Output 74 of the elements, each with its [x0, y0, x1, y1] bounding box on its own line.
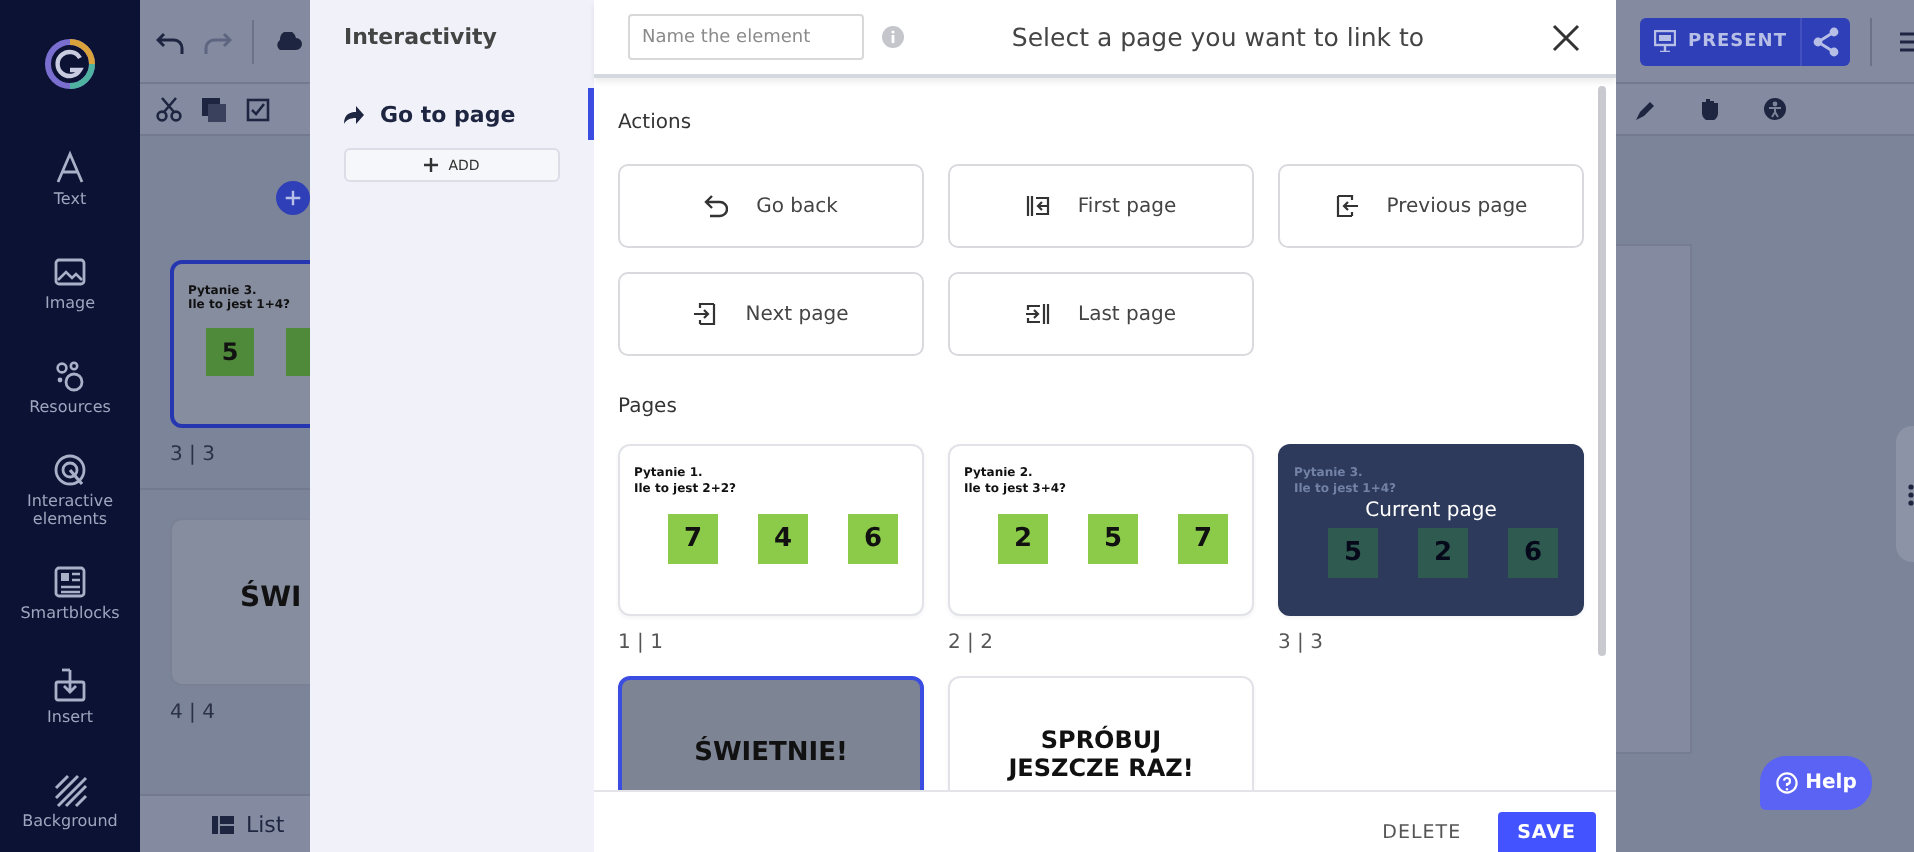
dialog-title: Select a page you want to link to [1009, 22, 1427, 52]
undo-icon[interactable] [156, 27, 184, 55]
panel-title: Interactivity [344, 24, 499, 54]
page-number: 1 | 1 [618, 630, 665, 656]
arrow-in-icon [693, 302, 718, 326]
share-icon[interactable] [1802, 17, 1851, 65]
arrow-in-icon [1334, 194, 1359, 218]
name-field[interactable]: Name the element [628, 14, 864, 60]
section-heading: Pages [618, 396, 679, 422]
logo-icon [44, 37, 96, 90]
nav-item[interactable]: Background [0, 748, 140, 852]
pen-icon[interactable] [1636, 99, 1656, 119]
page-number: 2 | 2 [948, 630, 995, 656]
scrollbar[interactable] [1598, 86, 1606, 656]
page-heading: ŚWI [238, 578, 304, 614]
person-circle-icon[interactable] [1764, 98, 1786, 120]
answer-tile: 6 [1508, 528, 1558, 578]
page-thumbnail[interactable]: ŚWIETNIE! [618, 676, 924, 790]
arrow-icon [344, 105, 364, 123]
action-button[interactable]: Go back [618, 164, 924, 248]
page-thumbnail[interactable]: SPRÓBUJ JESZCZE RAZ! [948, 676, 1254, 790]
checkbox-icon[interactable] [246, 97, 270, 121]
info-icon [882, 26, 904, 48]
answer-tile: 5 [206, 328, 254, 376]
return-arrow-icon [704, 194, 729, 218]
close-icon[interactable] [1552, 23, 1580, 51]
page-heading: SPRÓBUJ JESZCZE RAZ! [1005, 723, 1196, 782]
answer-tile: 7 [668, 514, 718, 564]
nav-item[interactable]: Smartblocks [0, 541, 140, 645]
page-number: 3 | 3 [1278, 630, 1325, 656]
action-button[interactable]: First page [948, 164, 1254, 248]
plus-icon [424, 158, 439, 172]
answer-tile: 5 [1088, 514, 1138, 564]
answer-tile: 6 [848, 514, 898, 564]
action-button[interactable]: Previous page [1278, 164, 1584, 248]
nav-item[interactable]: Interactive elements [0, 437, 140, 542]
copy-icon[interactable] [202, 97, 226, 121]
answer-tile: 2 [1418, 528, 1468, 578]
page-heading: ŚWIETNIE! [692, 734, 850, 768]
card-icon [52, 564, 88, 601]
hatch-icon [52, 771, 88, 808]
answer-tile: 7 [1178, 514, 1228, 564]
letter-icon [52, 150, 88, 187]
list-icon [212, 815, 234, 833]
save-button[interactable]: SAVE [1497, 812, 1596, 852]
target-icon [52, 451, 88, 488]
nav-item[interactable]: Text [0, 127, 140, 231]
cloud-icon[interactable] [274, 31, 302, 51]
question-icon [1775, 772, 1798, 794]
page-number: 3 | 3 [170, 442, 217, 468]
arrow-bar-icon [1026, 302, 1050, 326]
action-button[interactable]: Last page [948, 272, 1254, 356]
image-icon [52, 253, 88, 290]
nav-item[interactable]: Insert [0, 644, 140, 749]
present-button[interactable]: PRESENT [1640, 17, 1803, 65]
bar-arrow-icon [1025, 194, 1050, 218]
tray-icon [52, 667, 88, 704]
page-thumbnail[interactable]: ŚWI [170, 518, 310, 686]
delete-button[interactable]: DELETE [1370, 812, 1474, 852]
nav-item[interactable]: Image [0, 230, 140, 335]
help-button[interactable]: Help [1760, 756, 1872, 810]
action-button[interactable]: Next page [618, 272, 924, 356]
nav-item[interactable]: Resources [0, 334, 140, 438]
screen-icon [1654, 30, 1676, 52]
page-number: 4 | 4 [170, 700, 217, 726]
current-page-label: Current page [1363, 498, 1499, 524]
answer-tile: 4 [758, 514, 808, 564]
circles-icon [52, 357, 88, 394]
scissors-icon[interactable] [156, 96, 182, 122]
answer-tile: 5 [1328, 528, 1378, 578]
dots-icon [1907, 483, 1914, 505]
hand-icon[interactable] [1700, 98, 1720, 120]
section-heading: Actions [618, 112, 694, 138]
answer-tile: 2 [998, 514, 1048, 564]
